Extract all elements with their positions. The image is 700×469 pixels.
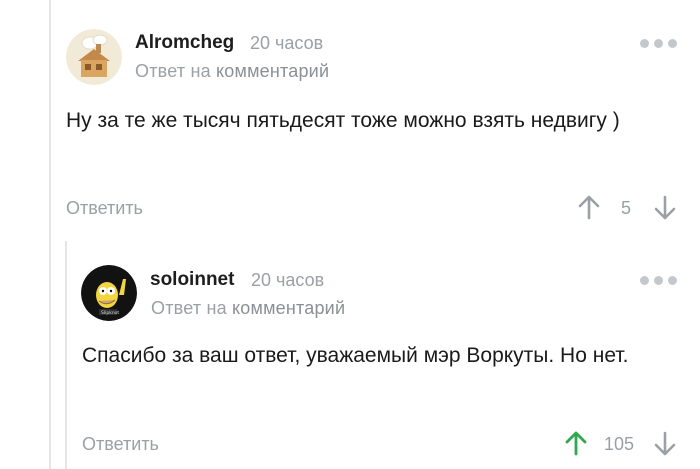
avatar-homer-icon: Slipknot — [81, 265, 137, 321]
reply-to-link[interactable]: комментарий — [232, 298, 345, 318]
comment-text: Ну за те же тысяч пятьдесят тоже можно в… — [66, 109, 620, 132]
avatar[interactable] — [66, 29, 122, 85]
reply-button[interactable]: Ответить — [82, 434, 159, 455]
reply-to-link[interactable]: комментарий — [216, 61, 329, 81]
downvote-arrow-icon[interactable] — [654, 195, 676, 221]
reply-to-prefix: Ответ на — [135, 61, 211, 81]
upvote-arrow-icon[interactable] — [578, 194, 600, 220]
avatar-house-icon — [66, 29, 122, 85]
reply-to-line: Ответ на комментарий — [151, 298, 345, 319]
reply-button[interactable]: Ответить — [66, 198, 143, 219]
downvote-arrow-icon[interactable] — [654, 431, 676, 457]
comment-author[interactable]: Alromcheg — [135, 32, 234, 54]
vote-score: 105 — [604, 434, 635, 454]
upvote-arrow-icon[interactable] — [565, 430, 587, 456]
comment-time: 20 часов — [250, 33, 324, 53]
vote-score: 5 — [621, 198, 632, 218]
avatar[interactable]: Slipknot — [81, 265, 137, 321]
reply-to-prefix: Ответ на — [151, 298, 227, 318]
more-options-icon[interactable] — [640, 276, 677, 285]
comment-time: 20 часов — [251, 270, 325, 290]
thread-line-inner — [65, 241, 67, 469]
svg-text:Slipknot: Slipknot — [101, 310, 119, 316]
comment-text: Спасибо за ваш ответ, уважаемый мэр Ворк… — [82, 344, 629, 367]
more-options-icon[interactable] — [640, 39, 677, 48]
thread-line-outer — [49, 0, 51, 469]
reply-to-line: Ответ на комментарий — [135, 61, 329, 82]
comment-author[interactable]: soloinnet — [150, 269, 234, 291]
